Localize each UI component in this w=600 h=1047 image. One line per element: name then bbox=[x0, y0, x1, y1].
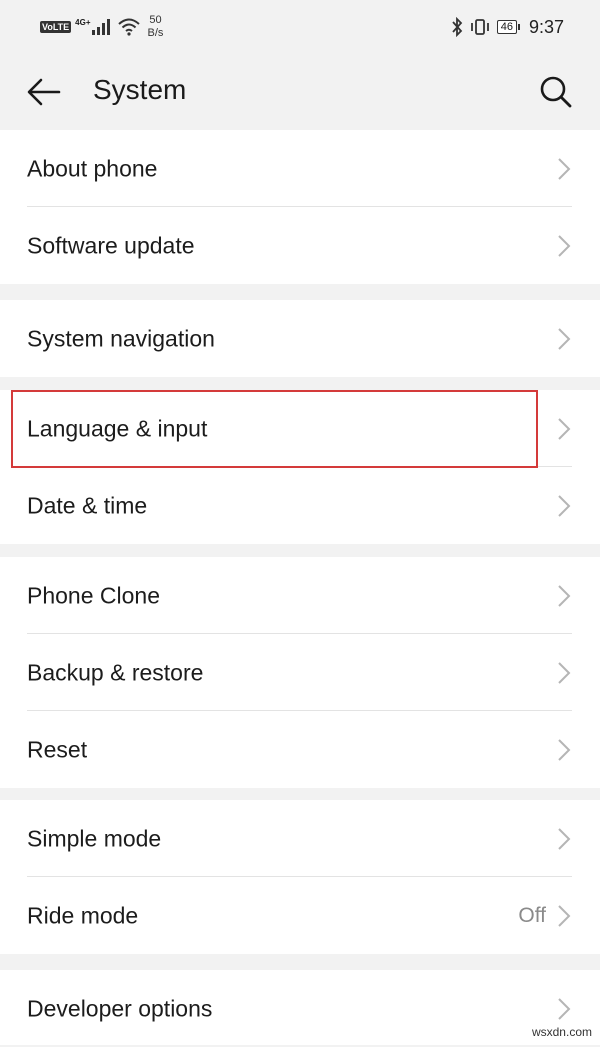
chevron-right-icon bbox=[558, 417, 571, 440]
search-button[interactable] bbox=[534, 70, 578, 114]
app-bar: System bbox=[0, 52, 600, 130]
settings-group-device: About phone Software update bbox=[0, 130, 600, 284]
bluetooth-icon bbox=[452, 17, 462, 37]
vibrate-icon bbox=[470, 19, 489, 35]
menu-item-reset[interactable]: Reset bbox=[0, 711, 600, 788]
menu-item-software-update[interactable]: Software update bbox=[0, 207, 600, 284]
menu-item-label: Backup & restore bbox=[27, 659, 204, 685]
menu-item-date-time[interactable]: Date & time bbox=[0, 467, 600, 544]
menu-item-label: Phone Clone bbox=[27, 582, 160, 608]
menu-item-label: Software update bbox=[27, 232, 195, 258]
chevron-right-icon bbox=[558, 997, 571, 1020]
back-button[interactable] bbox=[22, 72, 66, 112]
menu-item-system-navigation[interactable]: System navigation bbox=[0, 300, 600, 377]
network-type: 4G+ bbox=[75, 17, 91, 27]
menu-item-about-phone[interactable]: About phone bbox=[0, 130, 600, 207]
page-title: System bbox=[93, 74, 187, 105]
chevron-right-icon bbox=[558, 327, 571, 350]
settings-group-backup: Phone Clone Backup & restore Reset bbox=[0, 557, 600, 788]
network-speed: 50 B/s bbox=[147, 14, 164, 39]
chevron-right-icon bbox=[558, 661, 571, 684]
chevron-right-icon bbox=[558, 738, 571, 761]
menu-item-backup-restore[interactable]: Backup & restore bbox=[0, 634, 600, 711]
volte-badge: VoLTE bbox=[40, 21, 72, 33]
menu-item-developer-options[interactable]: Developer options bbox=[0, 970, 600, 1047]
signal-icon bbox=[91, 19, 110, 35]
menu-item-simple-mode[interactable]: Simple mode bbox=[0, 800, 600, 877]
settings-group-navigation: System navigation bbox=[0, 300, 600, 377]
chevron-right-icon bbox=[558, 494, 571, 517]
status-bar: VoLTE 4G+ 50 B/s 46 9:37 bbox=[0, 0, 600, 52]
chevron-right-icon bbox=[558, 904, 571, 927]
search-icon bbox=[540, 76, 572, 108]
settings-group-modes: Simple mode Ride mode Off bbox=[0, 800, 600, 954]
menu-item-label: About phone bbox=[27, 155, 158, 181]
battery-indicator: 46 bbox=[496, 20, 521, 34]
ride-mode-status: Off bbox=[518, 903, 546, 927]
chevron-right-icon bbox=[558, 827, 571, 850]
highlight-box bbox=[11, 390, 538, 468]
arrow-left-icon bbox=[27, 78, 61, 106]
chevron-right-icon bbox=[558, 584, 571, 607]
settings-group-developer: Developer options bbox=[0, 970, 600, 1045]
menu-item-label: Developer options bbox=[27, 995, 213, 1021]
chevron-right-icon bbox=[558, 234, 571, 257]
menu-item-label: Ride mode bbox=[27, 902, 139, 928]
menu-item-label: Simple mode bbox=[27, 825, 162, 851]
wifi-icon bbox=[117, 18, 140, 36]
watermark: wsxdn.com bbox=[531, 1025, 592, 1039]
menu-item-label: System navigation bbox=[27, 325, 215, 351]
chevron-right-icon bbox=[558, 157, 571, 180]
menu-item-label: Reset bbox=[27, 736, 88, 762]
menu-item-label: Date & time bbox=[27, 492, 148, 518]
menu-item-ride-mode[interactable]: Ride mode Off bbox=[0, 877, 600, 954]
clock: 9:37 bbox=[528, 16, 564, 37]
menu-item-phone-clone[interactable]: Phone Clone bbox=[0, 557, 600, 634]
